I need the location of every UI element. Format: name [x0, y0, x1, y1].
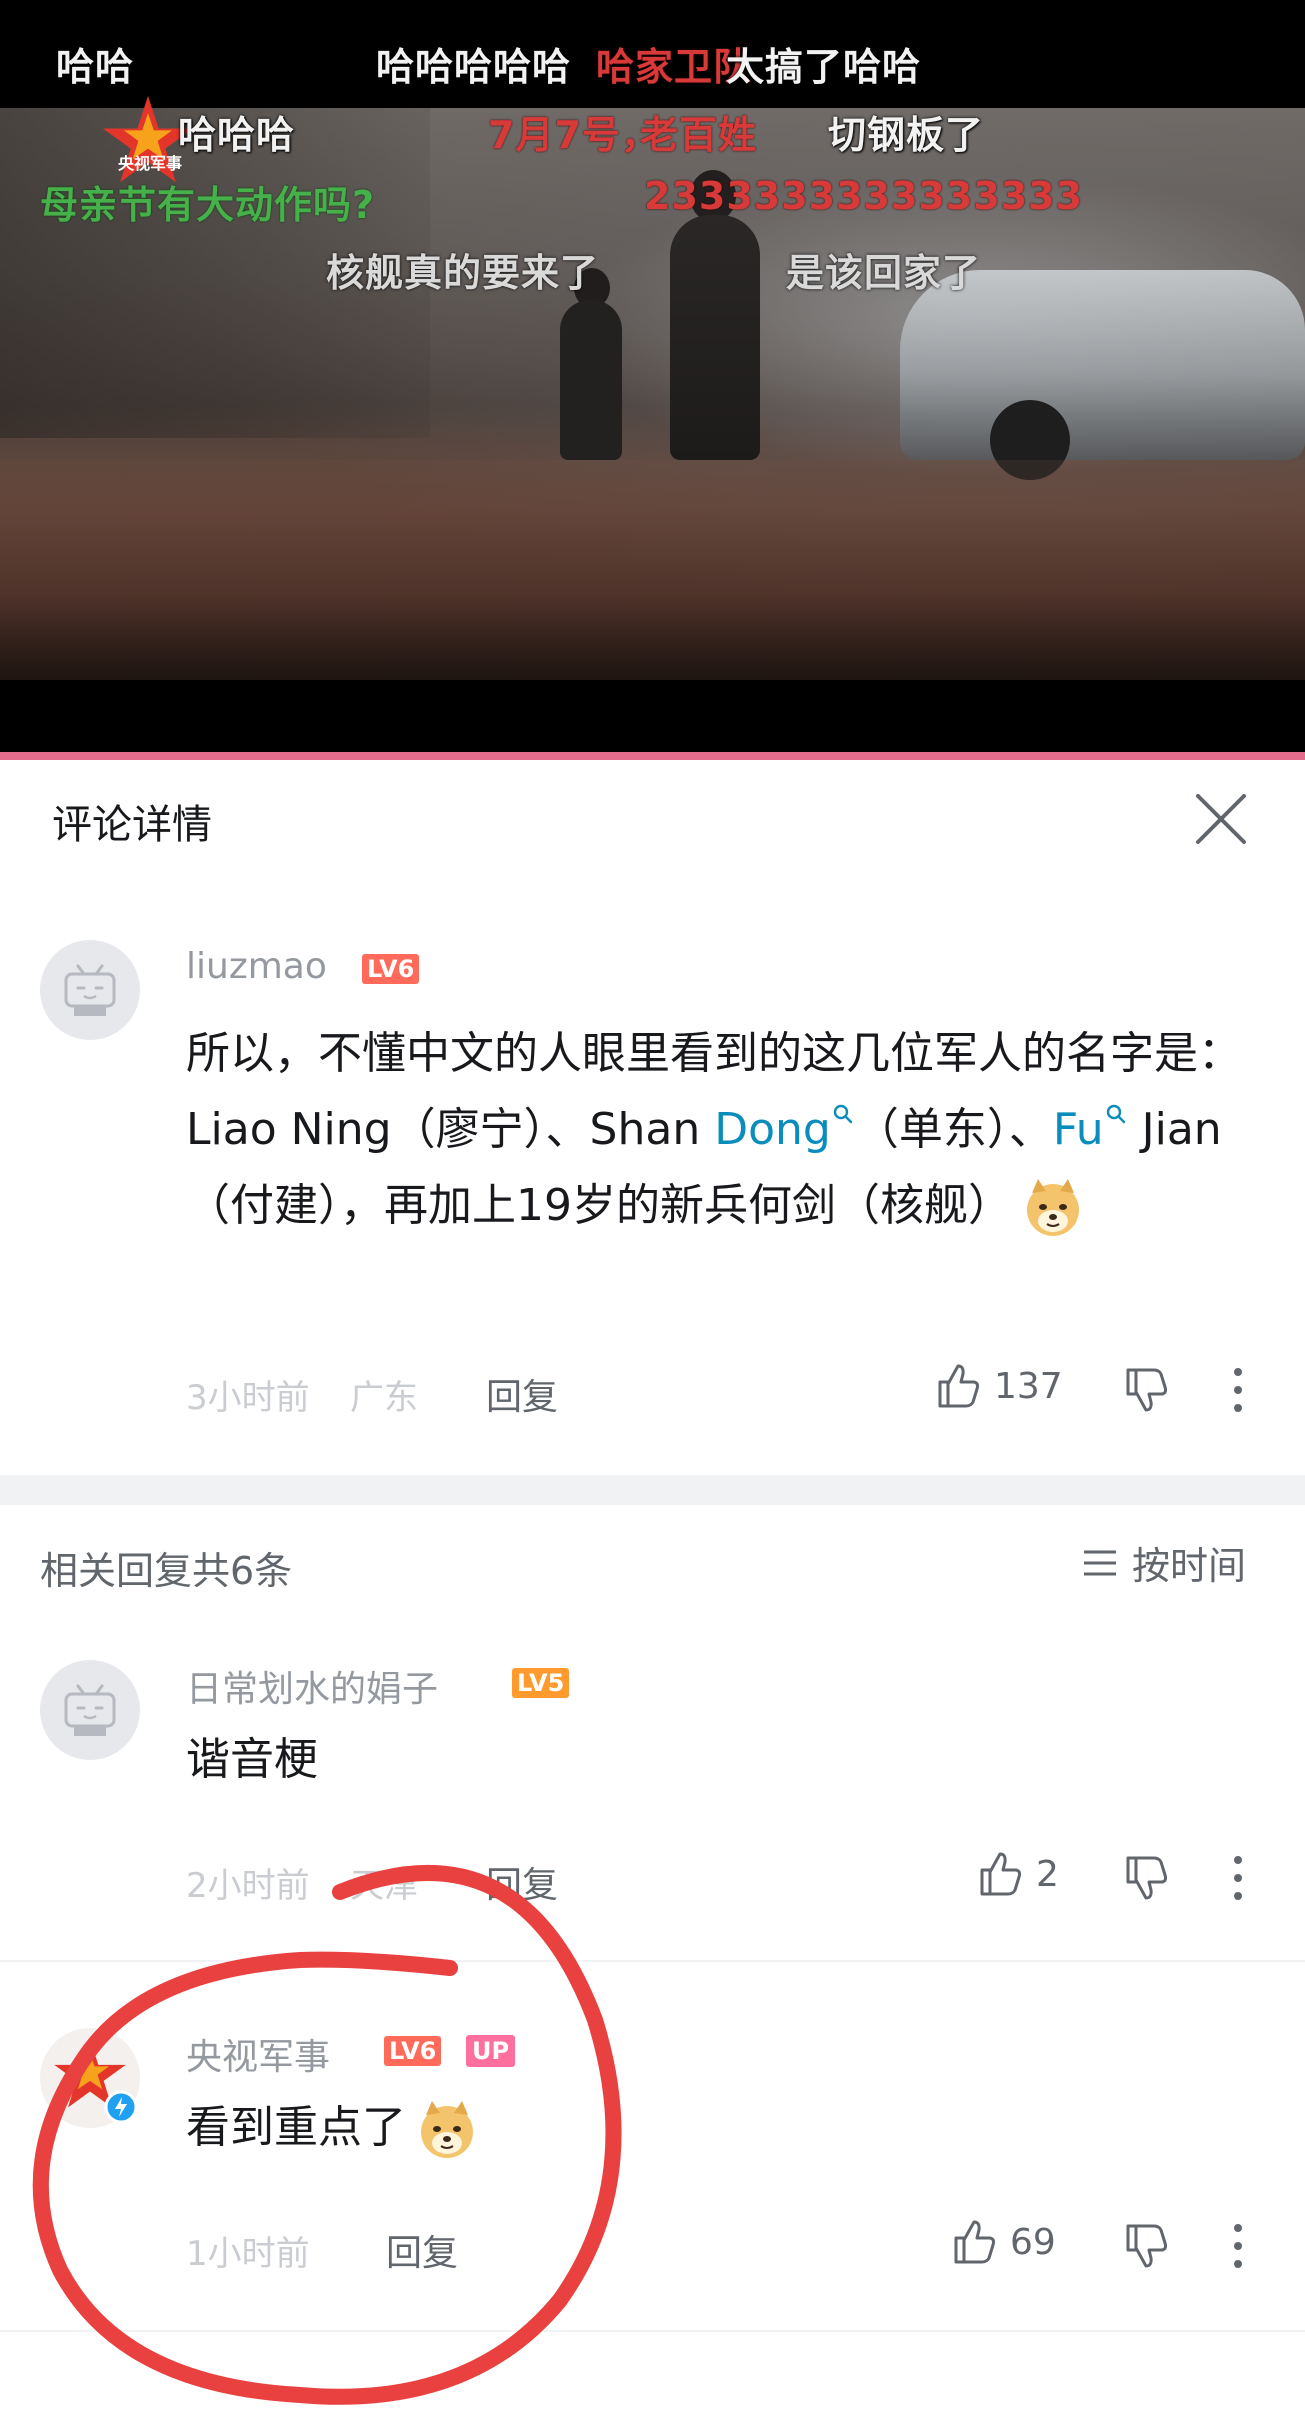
video-car	[900, 270, 1305, 460]
reply-username[interactable]: 日常划水的娟子	[186, 1660, 438, 1712]
comment-text: 所以，不懂中文的人眼里看到的这几位军人的名字是：Liao Ning（廖宁）、Sh…	[186, 1016, 1266, 1244]
reply-time: 1小时前	[186, 2234, 310, 2274]
level-badge: LV6	[362, 954, 420, 984]
up-badge: UP	[466, 2035, 516, 2067]
danmaku-comment: 是该回家了	[786, 251, 982, 295]
comment-username[interactable]: liuzmao	[186, 946, 327, 987]
reply-button[interactable]: 回复	[486, 1856, 558, 1908]
like-count: 2	[1036, 1853, 1059, 1895]
reply-divider	[0, 2330, 1305, 2332]
verified-badge-icon	[104, 2090, 138, 2124]
danmaku-comment: 哈哈哈	[178, 113, 296, 157]
reply-username[interactable]: 央视军事	[186, 2028, 330, 2080]
level-badge: LV6	[384, 2036, 442, 2066]
sort-by-time-button[interactable]: 按时间	[1080, 1535, 1246, 1590]
thumbs-down-icon[interactable]	[1120, 2220, 1172, 2272]
doge-emoji-icon	[421, 2101, 473, 2158]
danmaku-comment: 太搞了哈哈	[726, 45, 922, 89]
reply-text: 谐音梗	[186, 1734, 318, 1785]
danmaku-comment: 7月7号，	[488, 113, 660, 157]
bilibili-tv-avatar-icon	[64, 1684, 116, 1736]
danmaku-comment: 哈哈哈哈哈	[376, 45, 572, 89]
search-keyword-link[interactable]: Fu	[1053, 1104, 1104, 1155]
comment-text-part: （单东）、	[854, 1104, 1053, 1155]
thumbs-down-icon[interactable]	[1120, 1852, 1172, 1904]
reply-text: 看到重点了	[186, 2090, 478, 2166]
bilibili-tv-avatar-icon	[64, 964, 116, 1016]
list-sort-icon	[1084, 1550, 1116, 1575]
doge-emoji-icon	[1027, 1179, 1079, 1236]
thumbs-down-icon[interactable]	[1120, 1364, 1172, 1416]
avatar[interactable]	[40, 1660, 140, 1760]
video-person-child	[560, 300, 622, 460]
like-count: 69	[1010, 2221, 1056, 2263]
comment-detail-panel: 评论详情 liuzmao LV6 所以，不懂中文的人眼里看到的这几位军人的名字是…	[0, 760, 1305, 2412]
like-count: 137	[994, 1365, 1063, 1407]
comment-location: 广东	[350, 1378, 418, 1418]
thumbs-up-icon	[954, 2220, 996, 2264]
video-progress-bar[interactable]	[0, 752, 1305, 760]
reply-divider	[0, 1960, 1305, 1962]
like-button[interactable]: 2	[974, 1848, 1059, 1900]
avatar[interactable]	[40, 940, 140, 1040]
more-options-icon[interactable]	[1228, 2220, 1248, 2272]
search-keyword-link[interactable]: Dong	[714, 1104, 831, 1155]
like-button[interactable]: 137	[932, 1360, 1063, 1412]
thumbs-up-icon	[938, 1364, 980, 1408]
danmaku-comment: 切钢板了	[828, 113, 985, 157]
reply-location: 天津	[350, 1866, 418, 1906]
search-icon[interactable]	[831, 1102, 855, 1126]
panel-title: 评论详情	[52, 802, 212, 848]
panel-header: 评论详情	[0, 760, 1305, 880]
reply-text-content: 看到重点了	[186, 2102, 406, 2153]
video-progress-fill	[0, 752, 1305, 760]
reply-button[interactable]: 回复	[386, 2224, 458, 2276]
video-player[interactable]: 央视军事 哈哈 哈哈哈哈哈 哈家卫队 太搞了哈哈 哈哈哈 7月7号， 老百姓 切…	[0, 0, 1305, 752]
video-road	[0, 460, 1305, 680]
reply-time: 2小时前	[186, 1866, 310, 1906]
replies-count: 相关回复共6条	[40, 1549, 293, 1593]
video-person-adult	[670, 215, 760, 460]
section-divider	[0, 1475, 1305, 1505]
more-options-icon[interactable]	[1228, 1364, 1248, 1416]
comment-time: 3小时前	[186, 1378, 310, 1418]
danmaku-comment: 老百姓	[640, 113, 758, 157]
more-options-icon[interactable]	[1228, 1852, 1248, 1904]
danmaku-comment: 母亲节有大动作吗?	[40, 183, 376, 227]
close-icon[interactable]	[1186, 784, 1256, 854]
like-button[interactable]: 69	[948, 2216, 1056, 2268]
thumbs-up-icon	[980, 1852, 1022, 1896]
danmaku-comment: 2333333333333333	[644, 174, 1084, 218]
reply-button[interactable]: 回复	[486, 1368, 558, 1420]
search-icon[interactable]	[1104, 1102, 1128, 1126]
danmaku-comment: 哈哈	[56, 45, 135, 89]
sort-label: 按时间	[1132, 1544, 1247, 1588]
danmaku-comment: 核舰真的要来了	[326, 251, 600, 295]
level-badge: LV5	[512, 1668, 570, 1698]
